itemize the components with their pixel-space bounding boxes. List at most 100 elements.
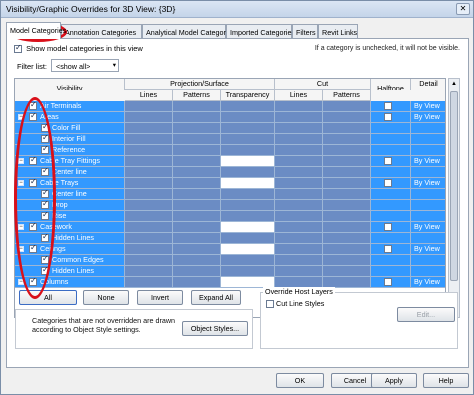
category-cell[interactable]: − Cable Tray Fittings (15, 156, 125, 167)
halftone-checkbox[interactable] (384, 179, 392, 187)
table-row[interactable]: − Areas By View (15, 112, 445, 123)
collapse-icon[interactable]: − (18, 114, 24, 120)
detail-level-cell[interactable]: By View (411, 244, 445, 255)
apply-button[interactable]: Apply (371, 373, 417, 388)
override-cell[interactable] (173, 211, 221, 222)
detail-level-cell[interactable] (411, 145, 445, 156)
category-cell[interactable]: Air Terminals (15, 101, 125, 112)
halftone-cell[interactable] (371, 167, 411, 178)
override-cell[interactable] (125, 222, 173, 233)
visibility-checkbox[interactable] (41, 167, 49, 176)
halftone-cell[interactable] (371, 277, 411, 288)
category-cell[interactable]: − Casework (15, 222, 125, 233)
override-cell[interactable] (173, 233, 221, 244)
override-cell[interactable] (323, 134, 371, 145)
override-cell[interactable] (275, 134, 323, 145)
override-cell[interactable] (323, 255, 371, 266)
category-cell[interactable]: Common Edges (15, 255, 125, 266)
override-cell[interactable] (173, 189, 221, 200)
halftone-cell[interactable] (371, 244, 411, 255)
override-cell[interactable] (275, 200, 323, 211)
table-row[interactable]: Hidden Lines (15, 266, 445, 277)
override-cell[interactable] (323, 145, 371, 156)
show-model-categories-checkbox[interactable] (14, 43, 22, 54)
select-all-button[interactable]: All (19, 290, 77, 305)
override-cell[interactable] (125, 156, 173, 167)
override-cell[interactable] (125, 233, 173, 244)
filter-list-select[interactable]: <show all> ▾ (51, 59, 119, 72)
detail-level-cell[interactable]: By View (411, 178, 445, 189)
detail-level-cell[interactable] (411, 233, 445, 244)
cut-line-styles-checkbox[interactable] (266, 300, 274, 309)
halftone-cell[interactable] (371, 222, 411, 233)
override-cell[interactable] (173, 112, 221, 123)
detail-level-cell[interactable]: By View (411, 222, 445, 233)
visibility-checkbox[interactable] (41, 255, 49, 264)
override-cell[interactable] (173, 167, 221, 178)
table-row[interactable]: Hidden Lines (15, 233, 445, 244)
tab-annotation-categories[interactable]: Annotation Categories (61, 24, 142, 39)
table-row[interactable]: − Ceilings By View (15, 244, 445, 255)
category-cell[interactable]: − Ceilings (15, 244, 125, 255)
override-cell[interactable] (173, 145, 221, 156)
table-row[interactable]: Drop (15, 200, 445, 211)
override-cell[interactable] (221, 211, 275, 222)
override-cell[interactable] (323, 101, 371, 112)
table-row[interactable]: Reference (15, 145, 445, 156)
collapse-icon[interactable]: − (18, 224, 24, 230)
override-cell[interactable] (125, 266, 173, 277)
override-cell[interactable] (125, 134, 173, 145)
halftone-cell[interactable] (371, 156, 411, 167)
visibility-checkbox[interactable] (29, 244, 37, 253)
override-cell[interactable] (125, 255, 173, 266)
override-cell[interactable] (275, 167, 323, 178)
override-cell[interactable] (221, 244, 275, 255)
detail-level-cell[interactable] (411, 167, 445, 178)
category-cell[interactable]: Hidden Lines (15, 233, 125, 244)
override-cell[interactable] (221, 255, 275, 266)
table-row[interactable]: − Cable Tray Fittings By View (15, 156, 445, 167)
override-cell[interactable] (275, 145, 323, 156)
detail-level-cell[interactable] (411, 211, 445, 222)
override-cell[interactable] (323, 178, 371, 189)
override-cell[interactable] (221, 167, 275, 178)
tab-analytical-model-categories[interactable]: Analytical Model Categories (142, 24, 235, 39)
halftone-cell[interactable] (371, 211, 411, 222)
override-cell[interactable] (275, 255, 323, 266)
visibility-checkbox[interactable] (41, 189, 49, 198)
override-cell[interactable] (275, 101, 323, 112)
override-cell[interactable] (221, 145, 275, 156)
cut-line-styles-option[interactable]: Cut Line Styles (266, 299, 324, 309)
override-cell[interactable] (275, 244, 323, 255)
override-cell[interactable] (275, 178, 323, 189)
override-cell[interactable] (323, 222, 371, 233)
category-cell[interactable]: Center line (15, 167, 125, 178)
table-row[interactable]: Color Fill (15, 123, 445, 134)
edit-button[interactable]: Edit... (397, 307, 455, 322)
override-cell[interactable] (173, 222, 221, 233)
override-cell[interactable] (221, 178, 275, 189)
override-cell[interactable] (221, 101, 275, 112)
override-cell[interactable] (125, 189, 173, 200)
override-cell[interactable] (323, 189, 371, 200)
table-row[interactable]: − Columns By View (15, 277, 445, 288)
override-cell[interactable] (125, 145, 173, 156)
override-cell[interactable] (323, 233, 371, 244)
halftone-checkbox[interactable] (384, 223, 392, 231)
scroll-thumb[interactable] (450, 91, 458, 281)
visibility-checkbox[interactable] (41, 134, 49, 143)
visibility-checkbox[interactable] (41, 200, 49, 209)
tab-filters[interactable]: Filters (292, 24, 318, 39)
override-cell[interactable] (275, 266, 323, 277)
override-cell[interactable] (275, 222, 323, 233)
detail-level-cell[interactable] (411, 189, 445, 200)
override-cell[interactable] (125, 112, 173, 123)
override-cell[interactable] (221, 134, 275, 145)
select-none-button[interactable]: None (83, 290, 129, 305)
visibility-checkbox[interactable] (29, 101, 37, 110)
category-cell[interactable]: Color Fill (15, 123, 125, 134)
table-row[interactable]: − Casework By View (15, 222, 445, 233)
override-cell[interactable] (125, 123, 173, 134)
halftone-cell[interactable] (371, 178, 411, 189)
halftone-checkbox[interactable] (384, 102, 392, 110)
